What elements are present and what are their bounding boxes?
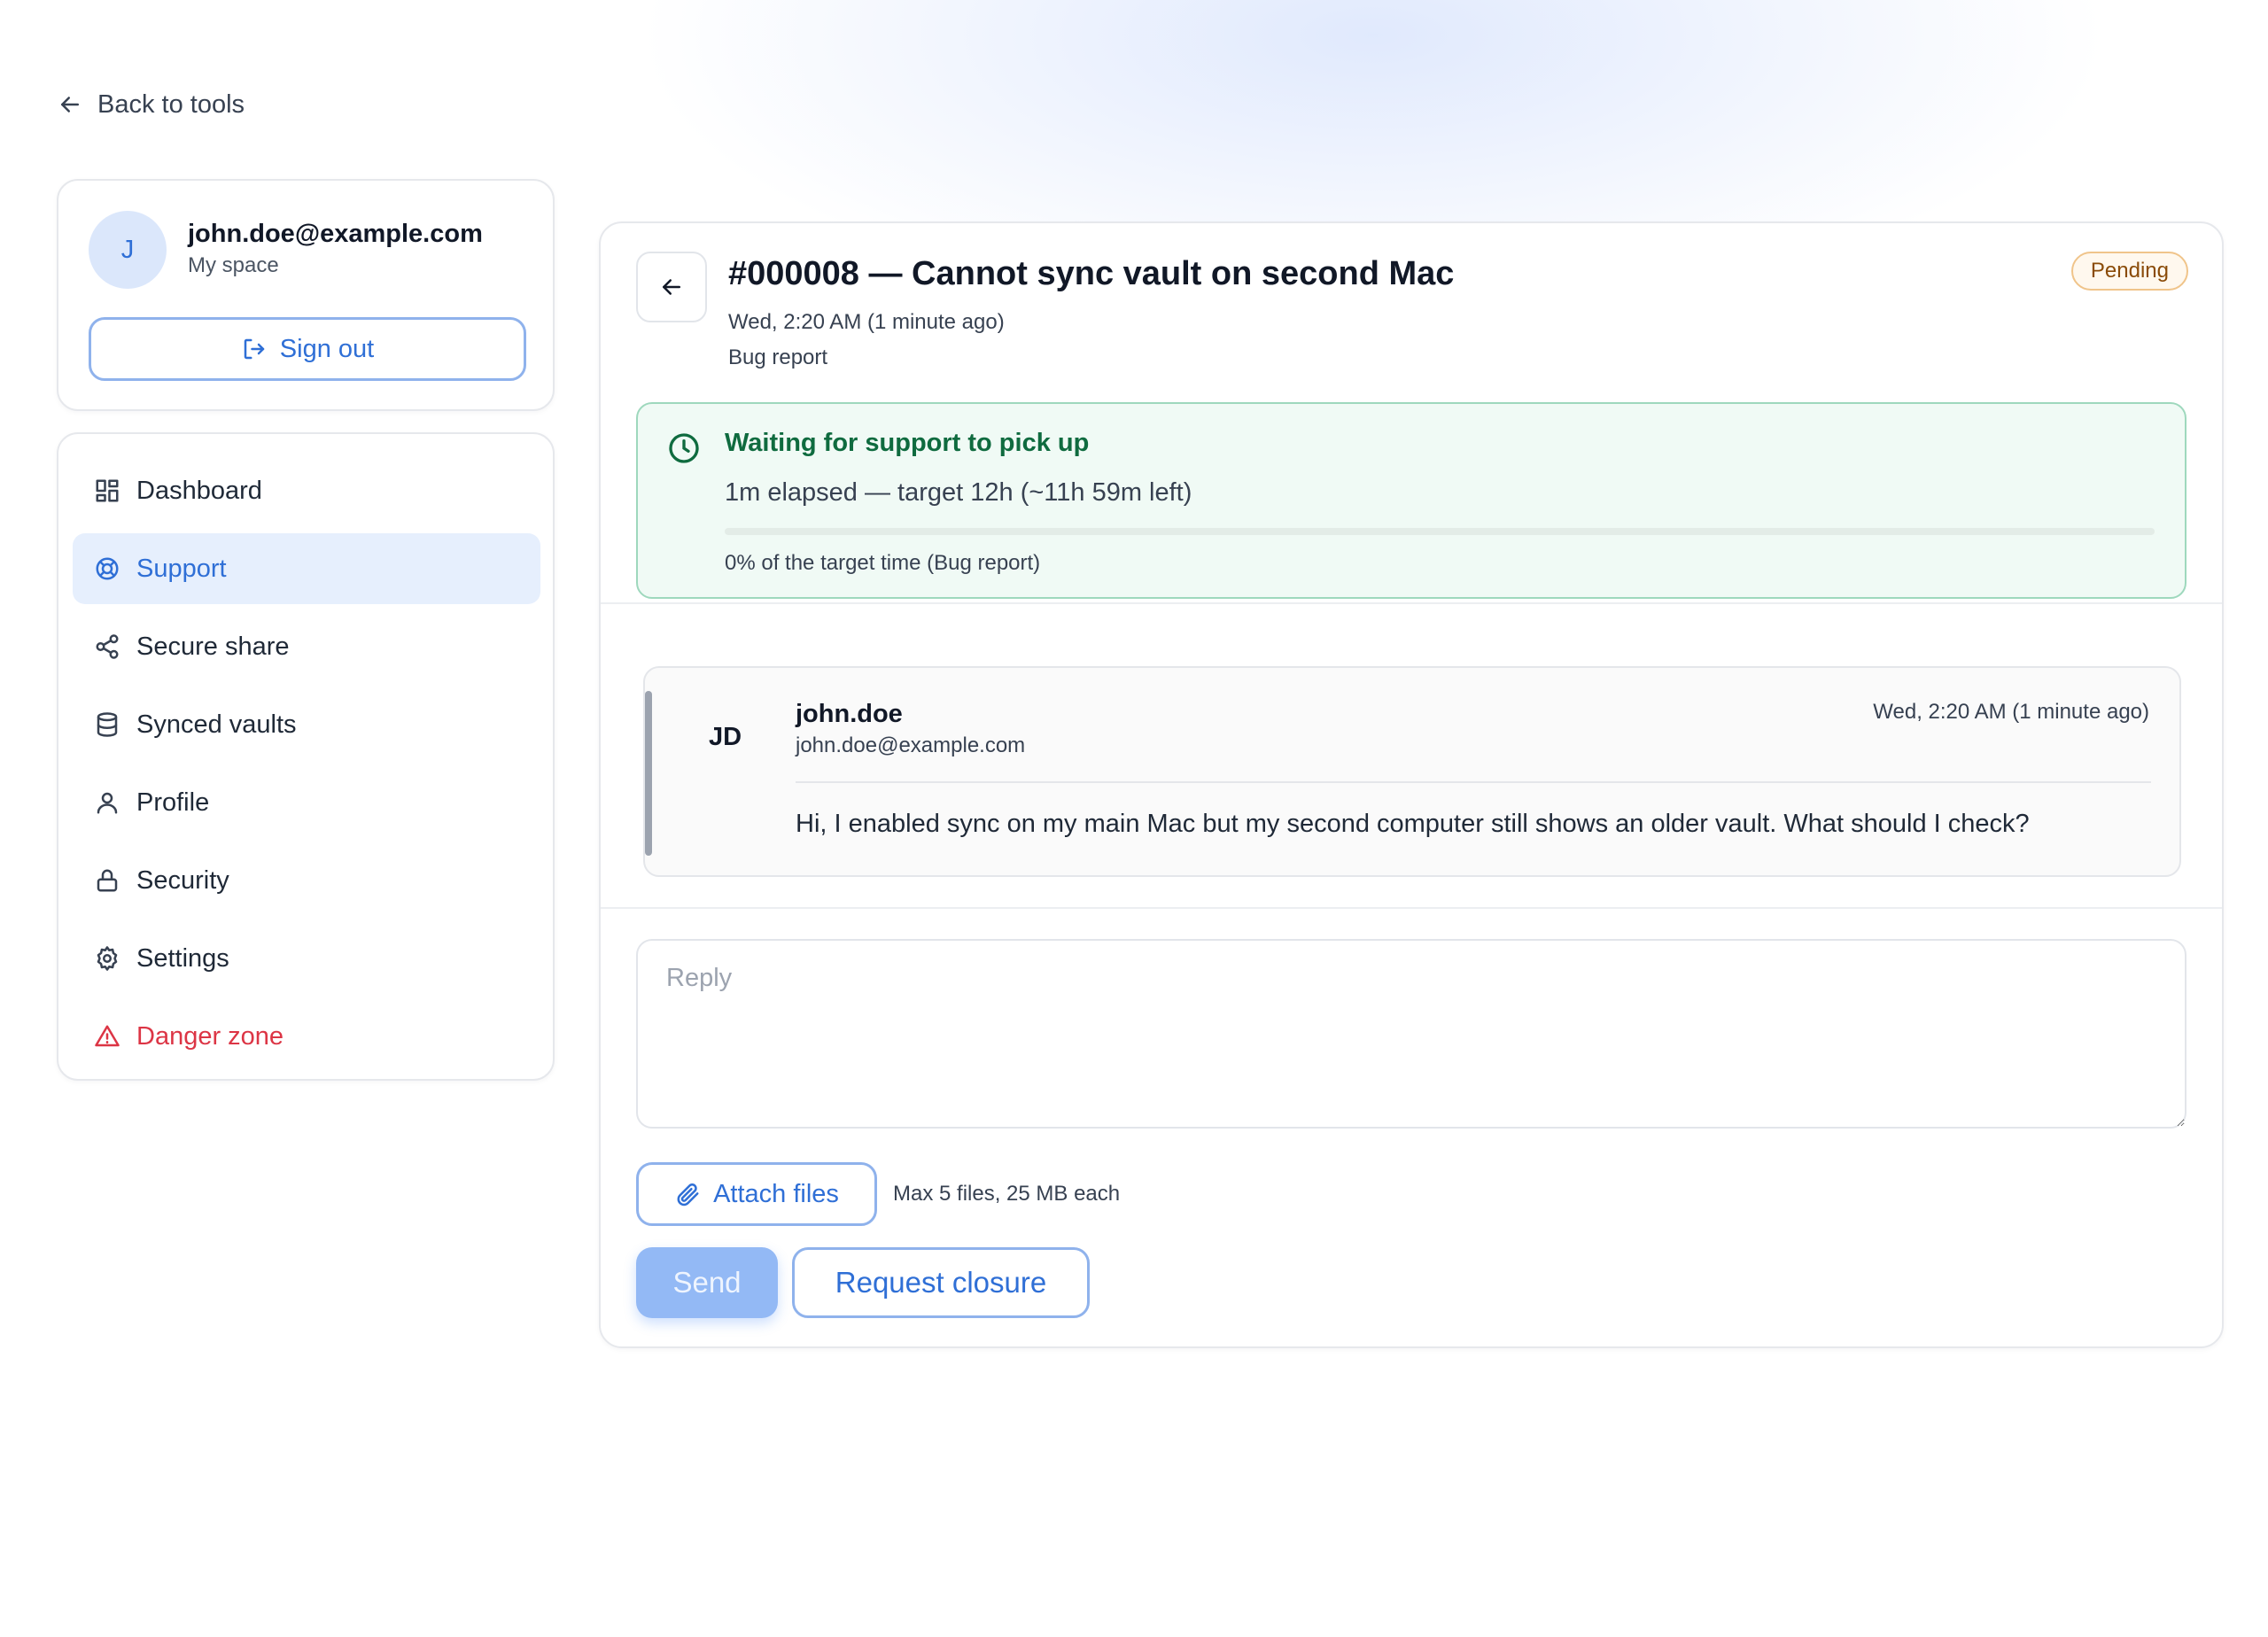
ticket-panel: #000008 — Cannot sync vault on second Ma… (599, 221, 2224, 1348)
sidebar-item-label: Secure share (136, 632, 290, 661)
ticket-back-button[interactable] (636, 252, 707, 322)
sign-out-button[interactable]: Sign out (89, 317, 526, 381)
sla-title: Waiting for support to pick up (725, 429, 1090, 457)
sla-progress-bar (725, 528, 2155, 535)
message-timestamp: Wed, 2:20 AM (1 minute ago) (1873, 700, 2149, 724)
sidebar-item-danger-zone[interactable]: Danger zone (73, 1001, 540, 1072)
sidebar-item-label: Settings (136, 943, 229, 973)
arrow-left-icon (61, 97, 79, 112)
sidebar-nav: Dashboard Support Secure share Synced va… (57, 432, 555, 1081)
warning-icon (95, 1025, 120, 1047)
user-space: My space (188, 253, 279, 277)
sidebar-item-label: Danger zone (136, 1021, 284, 1051)
attach-files-label: Attach files (713, 1179, 839, 1208)
user-icon (97, 792, 118, 814)
ticket-category: Bug report (728, 345, 828, 369)
sidebar-item-dashboard[interactable]: Dashboard (73, 455, 540, 526)
sidebar-item-label: Support (136, 554, 227, 583)
message-avatar: JD (709, 723, 742, 751)
message-divider (796, 781, 2151, 783)
sidebar-item-label: Security (136, 865, 229, 895)
sidebar-item-label: Dashboard (136, 476, 262, 505)
message-body: Hi, I enabled sync on my main Mac but my… (796, 810, 2030, 838)
share-icon (96, 634, 119, 659)
back-to-tools-label: Back to tools (97, 89, 245, 119)
request-closure-button[interactable]: Request closure (792, 1247, 1090, 1318)
ticket-date: Wed, 2:20 AM (1 minute ago) (728, 310, 1005, 334)
attach-files-button[interactable]: Attach files (636, 1162, 877, 1226)
status-badge: Pending (2070, 252, 2188, 291)
clock-icon (669, 433, 699, 463)
sidebar-item-synced-vaults[interactable]: Synced vaults (73, 689, 540, 760)
sidebar-item-label: Synced vaults (136, 710, 297, 739)
avatar: J (89, 211, 167, 289)
sign-out-icon (244, 338, 265, 360)
user-email: john.doe@example.com (188, 220, 483, 248)
attach-hint: Max 5 files, 25 MB each (893, 1182, 1121, 1206)
section-divider (601, 602, 2222, 604)
section-divider (601, 907, 2222, 909)
sidebar-item-support[interactable]: Support (73, 533, 540, 604)
sidebar-item-settings[interactable]: Settings (73, 923, 540, 994)
paperclip-icon (677, 1183, 699, 1206)
lifebuoy-icon (96, 557, 119, 580)
sidebar-item-label: Profile (136, 787, 210, 817)
send-button[interactable]: Send (636, 1247, 778, 1318)
sla-percent: 0% of the target time (Bug report) (725, 551, 1041, 575)
sla-elapsed: 1m elapsed — target 12h (~11h 59m left) (725, 478, 1192, 507)
lock-icon (97, 869, 118, 892)
sidebar-item-security[interactable]: Security (73, 845, 540, 916)
ticket-title: #000008 — Cannot sync vault on second Ma… (728, 255, 1455, 292)
back-to-tools-link[interactable]: Back to tools (57, 85, 245, 124)
sidebar-item-profile[interactable]: Profile (73, 767, 540, 838)
message-author: john.doe (796, 700, 903, 728)
gear-icon (97, 946, 118, 971)
reply-input[interactable] (636, 939, 2186, 1129)
sign-out-label: Sign out (279, 334, 375, 363)
user-card: J john.doe@example.com My space Sign out (57, 179, 555, 411)
arrow-left-icon (663, 279, 680, 295)
message-accent-bar (645, 691, 652, 856)
database-icon (97, 712, 118, 737)
sla-status-box: Waiting for support to pick up 1m elapse… (636, 402, 2186, 599)
message-author-email: john.doe@example.com (796, 733, 1026, 757)
message-item: JD john.doe john.doe@example.com Wed, 2:… (643, 666, 2181, 877)
dashboard-icon (96, 479, 119, 502)
sidebar-item-secure-share[interactable]: Secure share (73, 611, 540, 682)
